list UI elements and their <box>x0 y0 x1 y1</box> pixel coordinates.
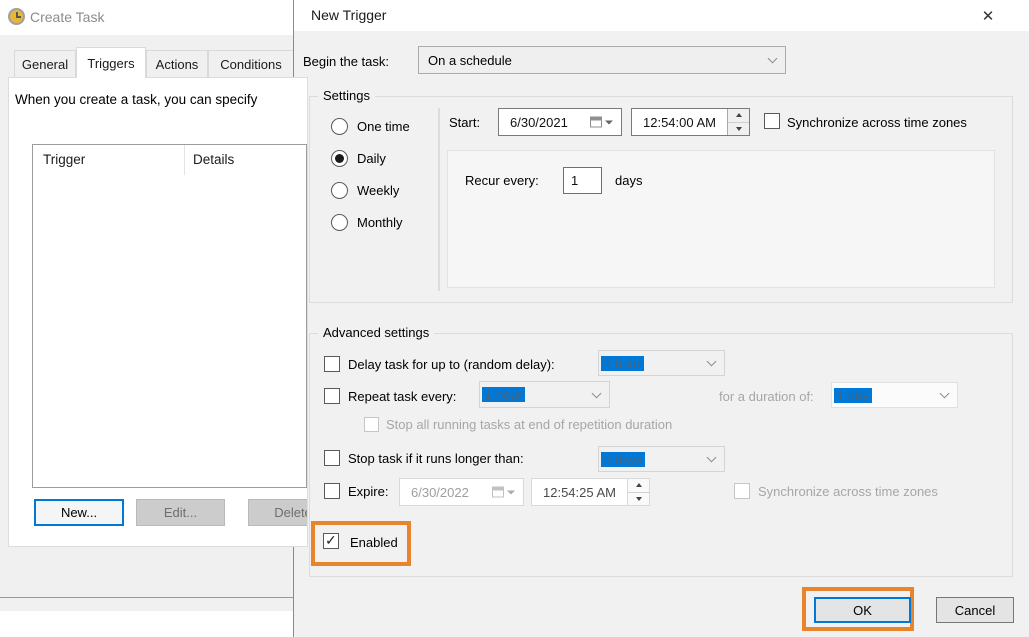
duration-dropdown[interactable]: 1 day <box>831 382 958 408</box>
close-icon[interactable]: ✕ <box>975 4 1001 28</box>
stop-all-tasks-label: Stop all running tasks at end of repetit… <box>386 417 672 432</box>
settings-group-label: Settings <box>318 88 375 103</box>
stop-all-tasks-checkbox[interactable] <box>364 417 379 432</box>
spinner-up-icon[interactable] <box>628 479 649 492</box>
triggers-table-header-trigger: Trigger <box>43 152 85 167</box>
ok-button[interactable]: OK <box>814 597 911 623</box>
stop-task-label[interactable]: Stop task if it runs longer than: <box>348 451 524 466</box>
new-trigger-dialog: New Trigger ✕ Begin the task: On a sched… <box>293 0 1029 637</box>
stop-task-duration-value: 3 days <box>601 452 645 467</box>
calendar-icon[interactable] <box>590 117 613 128</box>
start-time-value: 12:54:00 AM <box>632 115 716 130</box>
advanced-settings-label: Advanced settings <box>318 325 434 340</box>
radio-weekly-label[interactable]: Weekly <box>357 183 399 198</box>
delete-trigger-button[interactable]: Delete <box>248 499 308 526</box>
sync-timezones-label[interactable]: Synchronize across time zones <box>787 115 967 130</box>
repeat-interval-value: 1 hour <box>482 387 525 402</box>
duration-value: 1 day <box>834 388 872 403</box>
chevron-down-icon <box>768 54 778 64</box>
start-label: Start: <box>449 115 480 130</box>
tab-general-label: General <box>22 57 68 72</box>
time-spinner-buttons[interactable] <box>627 479 649 505</box>
start-time-spinner[interactable]: 12:54:00 AM <box>631 108 750 136</box>
task-scheduler-clock-icon <box>8 8 25 25</box>
radio-daily-label[interactable]: Daily <box>357 151 386 166</box>
expire-date-value: 6/30/2022 <box>400 485 469 500</box>
radio-one-time[interactable] <box>331 118 348 135</box>
radio-one-time-label[interactable]: One time <box>357 119 410 134</box>
recur-days-input[interactable]: 1 <box>563 167 602 194</box>
expire-label[interactable]: Expire: <box>348 484 388 499</box>
recur-days-value: 1 <box>571 173 578 188</box>
repeat-interval-dropdown[interactable]: 1 hour <box>479 381 610 408</box>
triggers-tab-panel: When you create a task, you can specify … <box>8 77 308 547</box>
time-spinner-buttons[interactable] <box>727 109 749 135</box>
enabled-checkbox[interactable]: ✓ <box>323 533 339 549</box>
tab-triggers[interactable]: Triggers <box>76 47 146 78</box>
create-task-titlebar: Create Task <box>0 0 293 35</box>
sync-timezones-label-2: Synchronize across time zones <box>758 484 938 499</box>
expire-time-value: 12:54:25 AM <box>532 485 616 500</box>
repeat-task-checkbox[interactable] <box>324 388 340 404</box>
triggers-description: When you create a task, you can specify <box>15 92 257 107</box>
check-icon: ✓ <box>325 532 337 549</box>
screen: Create Task General Triggers Actions Con… <box>0 0 1029 637</box>
enabled-label[interactable]: Enabled <box>350 535 398 550</box>
new-trigger-title: New Trigger <box>311 7 386 23</box>
calendar-icon <box>492 487 515 498</box>
begin-task-label: Begin the task: <box>303 54 389 69</box>
chevron-down-icon <box>592 388 602 398</box>
sync-timezones-checkbox[interactable] <box>764 113 780 129</box>
start-date-value: 6/30/2021 <box>499 115 568 130</box>
tab-conditions-label: Conditions <box>220 57 281 72</box>
recur-every-label: Recur every: <box>465 173 539 188</box>
begin-task-dropdown[interactable]: On a schedule <box>418 46 786 74</box>
spinner-down-icon[interactable] <box>628 492 649 506</box>
spinner-down-icon[interactable] <box>728 122 749 136</box>
begin-task-value: On a schedule <box>428 53 512 68</box>
create-task-window: Create Task General Triggers Actions Con… <box>0 0 293 611</box>
radio-daily[interactable] <box>331 150 348 167</box>
delay-duration-value: 1 hour <box>601 356 644 371</box>
expire-time-spinner[interactable]: 12:54:25 AM <box>531 478 650 506</box>
tab-conditions[interactable]: Conditions <box>208 50 294 78</box>
delay-task-label[interactable]: Delay task for up to (random delay): <box>348 357 555 372</box>
tab-actions-label: Actions <box>156 57 199 72</box>
tab-general[interactable]: General <box>14 50 76 78</box>
tab-triggers-label: Triggers <box>87 56 134 71</box>
triggers-table[interactable]: Trigger Details <box>32 144 307 488</box>
radio-monthly-label[interactable]: Monthly <box>357 215 403 230</box>
for-duration-label: for a duration of: <box>719 389 814 404</box>
triggers-table-header-details: Details <box>193 152 234 167</box>
stop-task-duration-dropdown[interactable]: 3 days <box>598 446 725 472</box>
repeat-task-label[interactable]: Repeat task every: <box>348 389 456 404</box>
spinner-up-icon[interactable] <box>728 109 749 122</box>
triggers-table-column-divider <box>184 145 185 175</box>
tab-actions[interactable]: Actions <box>146 50 208 78</box>
edit-trigger-button[interactable]: Edit... <box>136 499 225 526</box>
radio-monthly[interactable] <box>331 214 348 231</box>
chevron-down-icon <box>707 357 717 367</box>
cancel-button[interactable]: Cancel <box>936 597 1014 623</box>
new-trigger-button[interactable]: New... <box>34 499 124 526</box>
expire-date-picker[interactable]: 6/30/2022 <box>399 478 524 506</box>
stop-task-checkbox[interactable] <box>324 450 340 466</box>
delay-task-checkbox[interactable] <box>324 356 340 372</box>
new-trigger-titlebar: New Trigger ✕ <box>294 0 1029 31</box>
create-task-window-title: Create Task <box>30 9 104 25</box>
start-date-picker[interactable]: 6/30/2021 <box>498 108 622 136</box>
settings-vertical-divider <box>438 108 440 291</box>
create-task-bottom-divider <box>0 597 293 598</box>
delay-duration-dropdown[interactable]: 1 hour <box>598 350 725 376</box>
chevron-down-icon <box>707 453 717 463</box>
recur-unit-label: days <box>615 173 642 188</box>
daily-options-panel: Recur every: 1 days <box>447 150 995 288</box>
sync-timezones-checkbox-2[interactable] <box>734 483 750 499</box>
expire-checkbox[interactable] <box>324 483 340 499</box>
chevron-down-icon <box>940 389 950 399</box>
radio-weekly[interactable] <box>331 182 348 199</box>
